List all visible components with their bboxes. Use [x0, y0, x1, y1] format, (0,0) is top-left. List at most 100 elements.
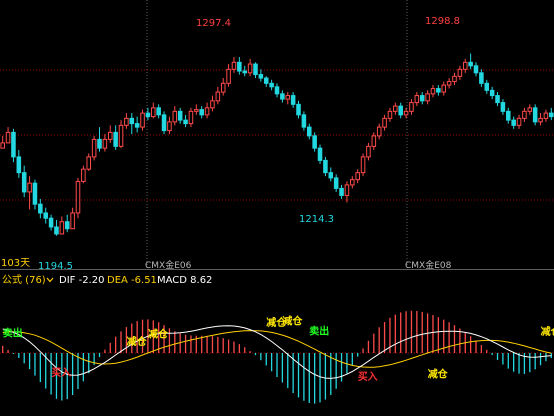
candle-up: [118, 124, 124, 147]
candle-up: [425, 93, 430, 102]
candle-down: [258, 74, 264, 79]
candle-up: [140, 112, 145, 128]
candle-up: [393, 105, 398, 112]
candle-down: [436, 88, 441, 93]
annotation-low-1: 1194.5: [38, 261, 73, 272]
candle-up: [247, 63, 253, 74]
candle-down: [263, 77, 269, 84]
signal-markers: 卖出买入减仓减仓减仓减仓卖出买入减仓减仓卖出买入: [3, 315, 554, 383]
candle-down: [479, 72, 484, 84]
candle-down: [16, 156, 22, 174]
candle-down: [506, 110, 511, 121]
candle-up: [75, 180, 81, 214]
candle-down: [419, 95, 425, 102]
candle-up: [204, 107, 210, 116]
chevron-down-icon[interactable]: [46, 277, 54, 283]
candle-up: [457, 68, 463, 77]
signal-reduce-label: 减仓: [148, 328, 169, 341]
candle-down: [489, 89, 495, 97]
candle-down: [269, 82, 274, 88]
candle-down: [532, 107, 538, 123]
candle-up: [430, 88, 436, 95]
candle-down: [97, 138, 102, 149]
candle-down: [242, 70, 248, 74]
candle-up: [360, 156, 366, 174]
candle-up: [355, 172, 360, 181]
candle-down: [177, 110, 183, 121]
chart-canvas[interactable]: 卖出买入减仓减仓减仓减仓卖出买入减仓减仓卖出买入 1297.4 1298.8 1…: [0, 0, 554, 412]
candle-down: [11, 131, 16, 158]
contract-label-1: CMX金E06: [145, 259, 192, 271]
candle-down: [484, 82, 490, 91]
candle-up: [543, 112, 549, 119]
indicator-name[interactable]: 公式 (76): [2, 273, 46, 286]
candle-up: [441, 84, 447, 93]
macd-value: MACD 8.62: [157, 275, 212, 286]
candle-up: [446, 81, 452, 86]
candle-up: [462, 61, 468, 70]
candle-down: [339, 187, 344, 196]
candle-up: [210, 100, 215, 109]
candle-down: [500, 102, 506, 112]
candle-up: [226, 68, 231, 84]
candle-down: [328, 172, 334, 179]
candle-up: [376, 126, 382, 137]
candle-down: [156, 107, 161, 116]
signal-sell-label: 卖出: [3, 326, 23, 339]
candle-down: [306, 126, 312, 137]
candle-up: [124, 117, 129, 126]
candle-up: [538, 117, 543, 123]
candle-down: [398, 105, 403, 116]
signal-reduce-label: 减仓: [541, 325, 554, 338]
candle-down: [43, 212, 48, 219]
candle-up: [215, 91, 221, 102]
candle-down: [323, 159, 328, 174]
contract-label-2: CMX金E08: [405, 259, 452, 271]
candle-down: [296, 103, 301, 116]
candle-down: [199, 109, 204, 116]
candle-down: [64, 221, 70, 230]
candle-up: [350, 179, 355, 186]
candle-down: [280, 93, 285, 100]
candle-up: [86, 156, 92, 170]
period-label: 103天: [1, 258, 30, 269]
candle-up: [366, 145, 371, 158]
annotation-high-2: 1298.8: [425, 16, 460, 27]
futures-chart[interactable]: 卖出买入减仓减仓减仓减仓卖出买入减仓减仓卖出买入 1297.4 1298.8 1…: [0, 0, 554, 412]
candle-down: [129, 117, 135, 125]
candle-down: [274, 86, 280, 95]
candle-down: [549, 112, 554, 118]
candle-down: [333, 177, 339, 189]
candle-down: [495, 95, 500, 104]
candle-down: [54, 226, 59, 235]
candle-up: [59, 221, 65, 235]
candle-down: [312, 135, 317, 149]
candle-down: [48, 217, 54, 228]
dif-value: DIF -2.20: [59, 275, 104, 286]
signal-reduce-label: 减仓: [127, 335, 148, 348]
candle-up: [5, 131, 11, 144]
candle-down: [161, 114, 167, 132]
candle-down: [38, 203, 43, 214]
candle-down: [511, 119, 516, 126]
candle-up: [27, 182, 32, 193]
candle-up: [285, 95, 291, 100]
candle-up: [522, 110, 527, 119]
candle-up: [387, 110, 393, 119]
candle-up: [188, 110, 194, 125]
candle-down: [134, 123, 140, 128]
candle-up: [527, 107, 533, 112]
candle-down: [237, 61, 242, 72]
candle-up: [70, 212, 75, 230]
candle-up: [452, 75, 457, 83]
candle-up: [167, 121, 172, 132]
candle-down: [183, 119, 188, 125]
candle-up: [409, 102, 414, 112]
candle-up: [0, 142, 5, 149]
annotation-low-2: 1214.3: [299, 214, 334, 225]
candle-up: [107, 131, 113, 140]
signal-sell-label: 卖出: [309, 324, 329, 337]
candle-down: [468, 61, 473, 67]
candle-up: [403, 110, 409, 116]
candle-down: [145, 112, 151, 118]
